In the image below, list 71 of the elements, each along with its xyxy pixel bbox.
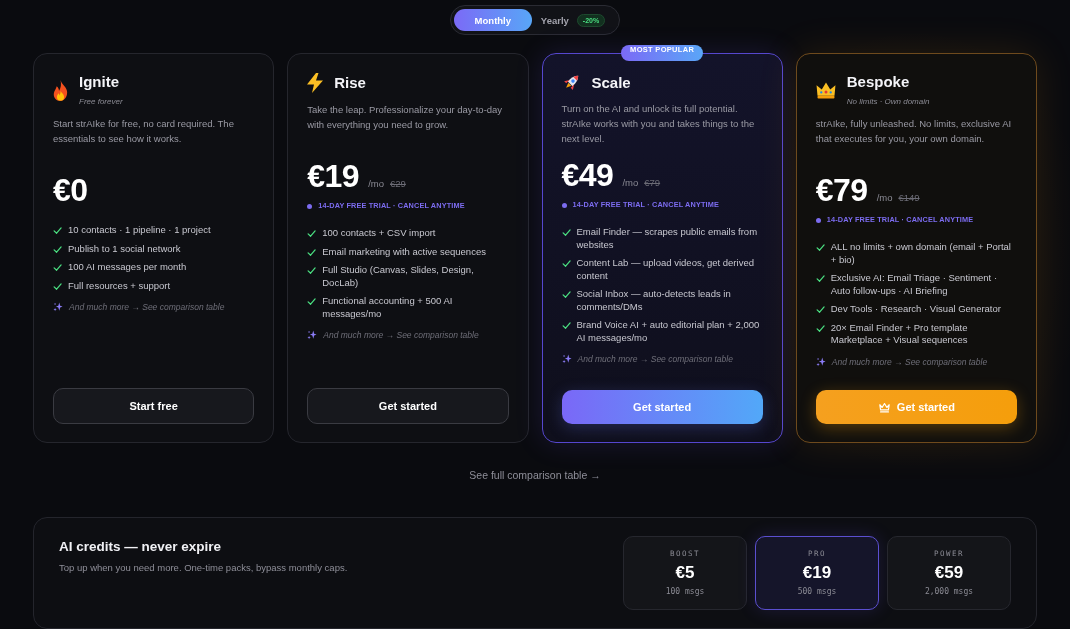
feature-text: Email Finder — scrapes public emails from websites [576, 226, 759, 251]
feature-text: Full resources + support [68, 279, 171, 292]
plan-title: Ignite [79, 73, 120, 91]
feature-text: Social Inbox — auto-detects leads in comments/DMs [576, 288, 732, 313]
more-features-note: And much more → See comparison table [323, 329, 479, 341]
plan-button[interactable]: Get started [307, 388, 509, 424]
crown-icon [815, 81, 836, 99]
sparkle-icon [53, 302, 63, 312]
feature-text: Content Lab — upload videos, get derived content [576, 257, 755, 282]
plan-title: Bespoke [846, 73, 911, 91]
plan-description: Start strAIke for free, no card required. The essentials to see how it works. [53, 117, 235, 146]
price-period: /mo [876, 192, 893, 203]
plan-description: Take the leap. Professionalize your day-to-day with everything you need to grow. [307, 103, 504, 132]
plan-tagline: Free forever [79, 96, 123, 107]
billing-option[interactable]: Yearly [536, 9, 573, 31]
feature-text: 100 AI messages per month [68, 261, 187, 274]
check-icon [561, 228, 571, 237]
feature-text: Full Studio (Canvas, Slides, Design, DocLab) [322, 264, 475, 289]
pack-amount: 100 msgs [665, 586, 705, 597]
price-period: /mo [368, 178, 384, 189]
sparkle-icon [561, 354, 572, 364]
plan-price: €49 [561, 157, 614, 193]
comparison-link[interactable]: See full comparison table → [469, 469, 601, 481]
check-icon [815, 274, 825, 283]
feature-text: Brand Voice AI + auto editorial plan + 2,000 AI messages/mo [576, 319, 761, 344]
plan-price: €79 [815, 172, 868, 208]
more-features-note: And much more → See comparison table [577, 353, 733, 365]
feature-text: Email marketing with active sequences [322, 245, 486, 258]
trial-dot-icon [307, 203, 313, 209]
pack-price: €5 [675, 563, 695, 583]
lightning-icon [307, 73, 324, 93]
price-period: /mo [622, 177, 639, 188]
pack-amount: 2,000 msgs [924, 586, 974, 597]
feature-text: Dev Tools · Research · Visual Generator [830, 303, 1001, 316]
check-icon [307, 297, 317, 306]
flame-icon [53, 79, 68, 101]
check-icon [815, 243, 825, 252]
plan-title: Rise [334, 74, 366, 92]
pack-price: €59 [934, 563, 964, 583]
check-icon [561, 259, 571, 268]
plan-description: Turn on the AI and unlock its full potential. strAIke works with you and takes things to the next level. [561, 102, 756, 146]
plan-title: Scale [591, 73, 631, 92]
more-features-note: And much more → See comparison table [831, 355, 988, 368]
credits-description: Top up when you need more. One-time packs, bypass monthly caps. [59, 561, 348, 574]
pack-amount: 500 msgs [797, 586, 837, 597]
plan-description: strAIke, fully unleashed. No limits, exclusive AI that executes for you, your own domain. [815, 117, 1013, 146]
feature-text: 100 contacts + CSV import [322, 227, 436, 240]
feature-text: 10 contacts · 1 pipeline · 1 project [68, 224, 211, 237]
trial-dot-icon [561, 202, 567, 208]
plan-price: €0 [53, 172, 88, 208]
feature-text: Publish to 1 social network [68, 242, 181, 255]
feature-text: Functional accounting + 500 AI messages/mo [322, 295, 454, 320]
plan-button[interactable]: Start free [53, 388, 255, 424]
check-icon [561, 290, 571, 299]
feature-text: ALL no limits + own domain (email + Portal + bio) [830, 241, 1012, 266]
feature-text: Exclusive AI: Email Triage · Sentiment · Auto follow-ups · AI Briefing [830, 272, 999, 297]
plan-price: €19 [307, 158, 360, 194]
old-price: €79 [644, 177, 661, 188]
plan-tagline: No limits · Own domain [846, 96, 930, 107]
crown-icon [877, 401, 891, 413]
sparkle-icon [307, 330, 318, 340]
sparkle-icon [815, 356, 826, 367]
rocket-icon [561, 73, 581, 92]
check-icon [561, 321, 571, 330]
old-price: €149 [898, 192, 920, 203]
credits-title: AI credits — never expire [59, 538, 223, 556]
pack-price: €19 [802, 563, 832, 583]
old-price: €29 [390, 178, 406, 189]
more-features-note: And much more → See comparison table [69, 301, 225, 313]
feature-text: 20× Email Finder + Pro template Marketplace + Visual sequences [830, 321, 969, 347]
trial-dot-icon [815, 217, 821, 223]
